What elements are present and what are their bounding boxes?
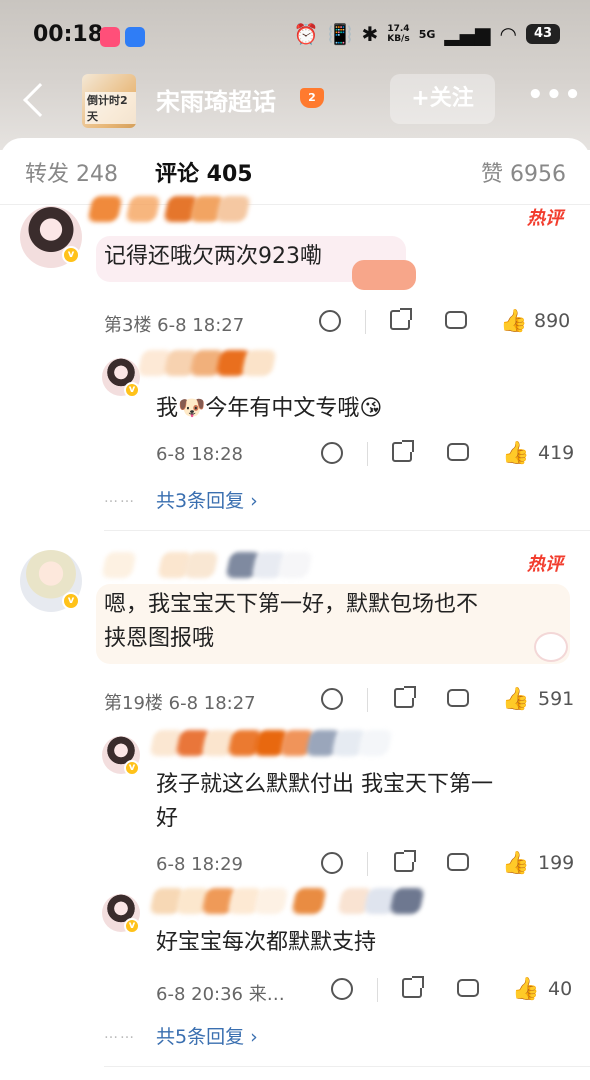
like-count: 40 (548, 978, 573, 1000)
comment-actions: 👍 890 (0, 308, 590, 338)
divider (104, 1066, 590, 1067)
reply-text: 好宝宝每次都默默支持 (156, 930, 377, 955)
comment-bubble-icon[interactable] (446, 442, 470, 466)
signal-5g-label: 5G (418, 27, 436, 41)
username-blurred[interactable] (149, 728, 393, 758)
hot-comment-tag: 热评 (527, 208, 563, 229)
like-count: 890 (534, 310, 571, 332)
share-icon[interactable] (400, 976, 424, 1002)
more-replies-link[interactable]: 共5条回复 › (156, 1022, 258, 1049)
wifi-icon: ◠ (499, 22, 517, 46)
peach-sticker-icon (352, 260, 416, 290)
verified-v-icon: v (62, 592, 80, 610)
divider (104, 530, 590, 531)
comment-actions: 👍 591 (0, 686, 590, 716)
network-speed-unit: KB/s (387, 34, 410, 44)
header-background: 00:18 ⏰ 📳 ✱ 17.4 KB/s 5G ▂▄▆ ◠ 43 倒计时2天 … (0, 0, 590, 150)
reply-text-line-2: 好 (156, 806, 179, 831)
share-icon[interactable] (392, 850, 416, 876)
thumbs-up-icon[interactable]: 👍 (512, 978, 539, 1002)
comment-bubble-icon[interactable] (444, 310, 468, 334)
tab-reposts[interactable]: 转发 248 (25, 156, 118, 188)
comment-bubble-icon[interactable] (446, 688, 470, 712)
thread-dots: …… (104, 1026, 136, 1042)
frown-face-icon[interactable] (320, 688, 344, 712)
topic-thumbnail[interactable]: 倒计时2天 (82, 74, 136, 128)
thumbs-up-icon[interactable]: 👍 (500, 310, 527, 334)
level-badge-icon: 2 (300, 88, 324, 108)
bluetooth-icon: ✱ (361, 22, 379, 46)
thumbs-up-icon[interactable]: 👍 (502, 852, 529, 876)
username-blurred[interactable] (137, 348, 277, 378)
thumbs-up-icon[interactable]: 👍 (502, 688, 529, 712)
reply-actions: 👍 419 (0, 440, 590, 470)
tab-comments[interactable]: 评论 405 (155, 156, 253, 188)
comment-text-line-1: 嗯，我宝宝天下第一好，默默包场也不 (104, 592, 479, 617)
status-icons: ⏰ 📳 ✱ 17.4 KB/s 5G ▂▄▆ ◠ 43 (294, 22, 560, 46)
nav-bar: 倒计时2天 宋雨琦超话 2 +关注 ••• (0, 72, 590, 128)
like-count: 419 (538, 442, 575, 464)
network-speed: 17.4 KB/s (387, 24, 409, 44)
frown-face-icon[interactable] (318, 310, 342, 334)
verified-v-icon: v (124, 760, 140, 776)
comment-bubble-icon[interactable] (446, 852, 470, 876)
thumbs-up-icon[interactable]: 👍 (502, 442, 529, 466)
divider (367, 852, 368, 876)
verified-v-icon: v (62, 246, 80, 264)
username-blurred[interactable] (101, 550, 313, 580)
reply-text: 我🐶今年有中文专哦😘 (156, 396, 383, 421)
thread-dots: …… (104, 490, 136, 506)
follow-button[interactable]: +关注 (390, 74, 495, 124)
divider (365, 310, 366, 334)
network-speed-value: 17.4 (387, 24, 410, 34)
chevron-left-icon[interactable] (23, 83, 57, 117)
like-count: 591 (538, 688, 575, 710)
username-blurred[interactable] (149, 886, 425, 916)
topic-thumbnail-text: 倒计时2天 (85, 92, 136, 124)
more-options-icon[interactable]: ••• (527, 80, 583, 110)
verified-v-icon: v (124, 382, 140, 398)
divider (367, 688, 368, 712)
comment-text: 记得还哦欠两次923嘞 (104, 244, 322, 269)
topic-title[interactable]: 宋雨琦超话 (156, 82, 276, 117)
comment-bubble-icon[interactable] (456, 978, 480, 1002)
tab-likes[interactable]: 赞 6956 (481, 156, 566, 188)
like-count: 199 (538, 852, 575, 874)
divider (377, 978, 378, 1002)
share-icon[interactable] (392, 686, 416, 712)
status-bar: 00:18 ⏰ 📳 ✱ 17.4 KB/s 5G ▂▄▆ ◠ 43 (0, 18, 590, 54)
comment-text-line-2: 挟恩图报哦 (104, 626, 215, 651)
divider (0, 204, 590, 205)
verified-v-icon: v (124, 918, 140, 934)
frown-face-icon[interactable] (330, 978, 354, 1002)
tab-bar: 转发 248 评论 405 赞 6956 (0, 156, 590, 192)
vibrate-icon: 📳 (327, 22, 353, 46)
frown-face-icon[interactable] (320, 852, 344, 876)
reply-text-line-1: 孩子就这么默默付出 我宝天下第一 (156, 772, 493, 797)
battery-indicator: 43 (526, 24, 560, 44)
baidu-app-icon (125, 27, 145, 47)
share-icon[interactable] (390, 440, 414, 466)
status-time: 00:18 (33, 22, 104, 47)
more-replies-link[interactable]: 共3条回复 › (156, 486, 258, 513)
frown-face-icon[interactable] (320, 442, 344, 466)
reply-actions: 👍 199 (0, 850, 590, 880)
reply-actions: 👍 40 (0, 976, 590, 1006)
bunny-sticker-icon (534, 632, 568, 662)
username-blurred[interactable] (87, 194, 251, 224)
hot-comment-tag: 热评 (527, 554, 563, 575)
signal-bars-icon: ▂▄▆ (444, 22, 491, 46)
divider (367, 442, 368, 466)
alarm-icon: ⏰ (293, 22, 319, 46)
bilibili-app-icon (100, 27, 120, 47)
share-icon[interactable] (388, 308, 412, 334)
